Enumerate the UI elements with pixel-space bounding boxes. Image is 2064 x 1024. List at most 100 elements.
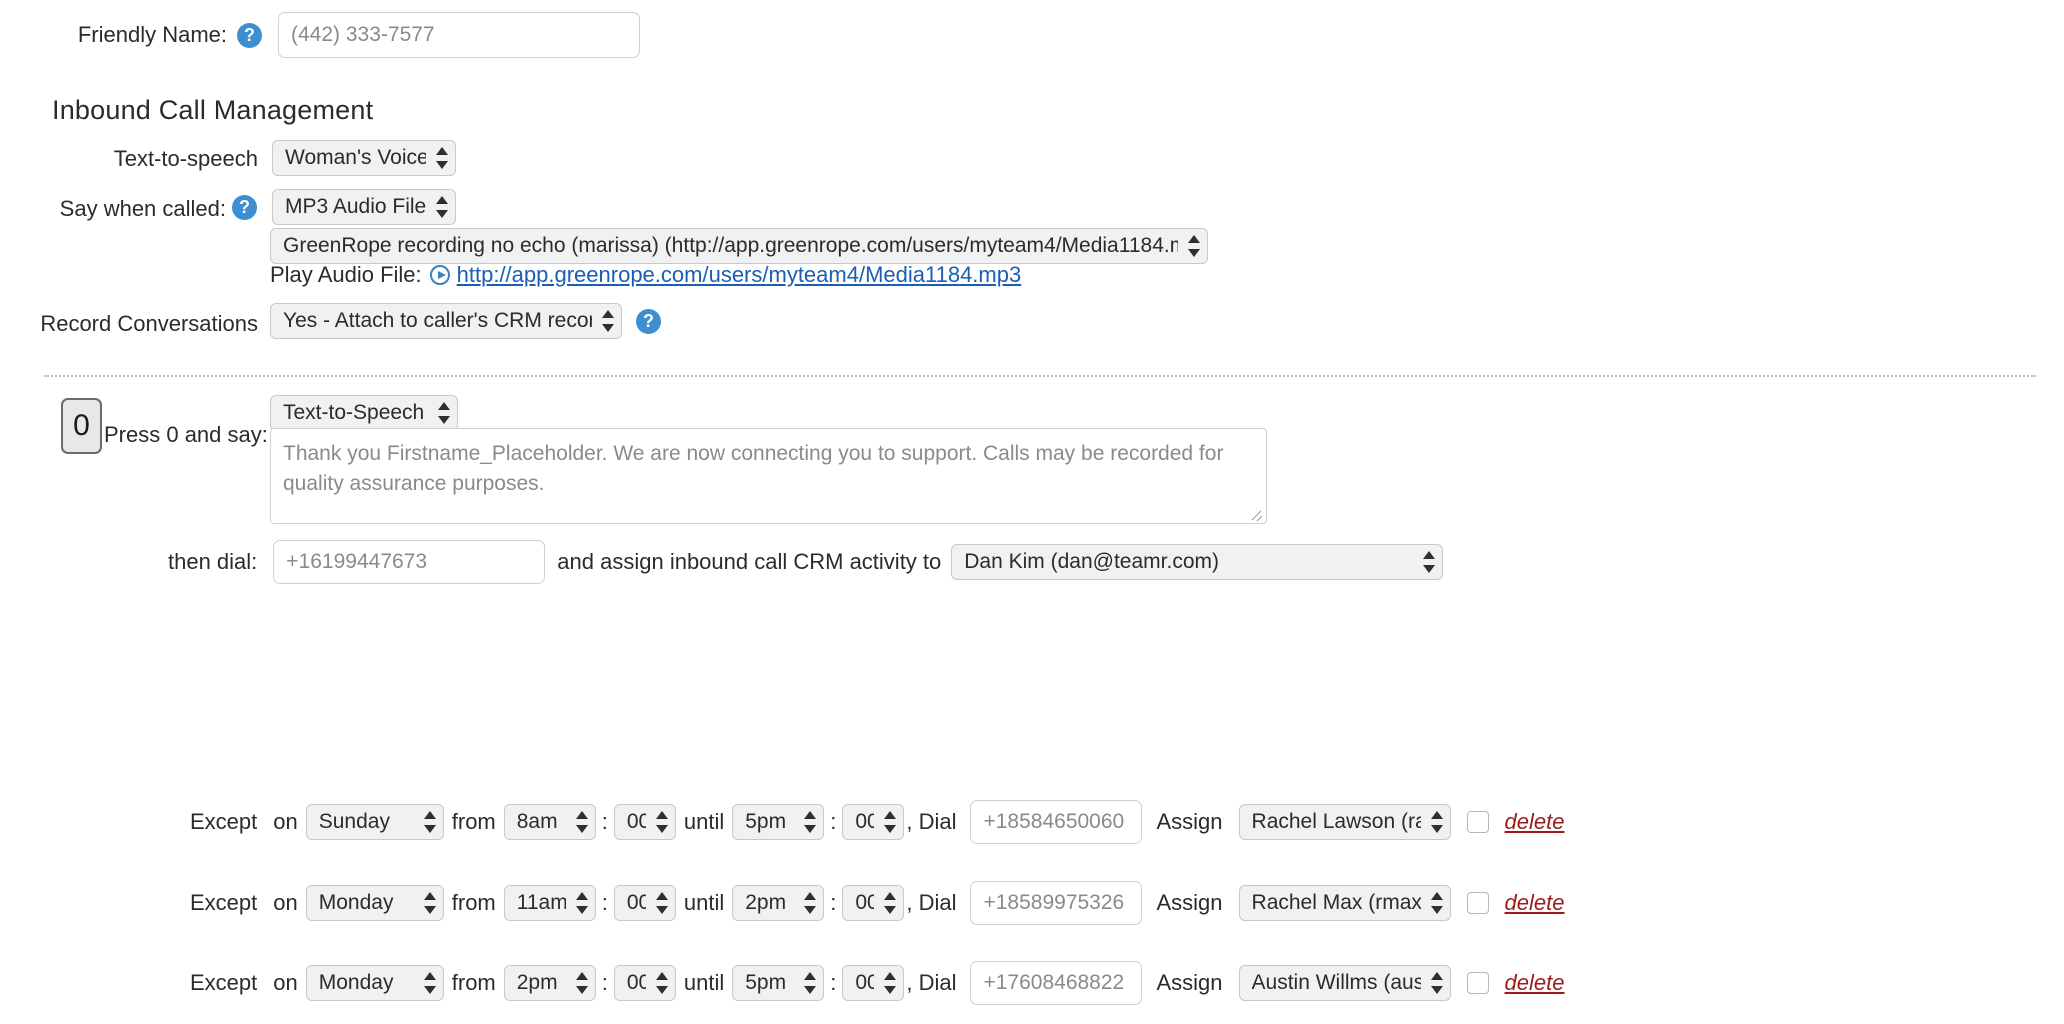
textarea-resize-handle[interactable] <box>1249 506 1263 520</box>
say-when-called-row: MP3 Audio File <box>272 189 456 225</box>
except-assign-select[interactable]: Austin Willms (austin <box>1238 965 1451 1001</box>
friendly-name-label: Friendly Name: <box>77 22 227 47</box>
dial-label: , Dial <box>906 890 957 915</box>
except-until-minute-select[interactable]: 00 <box>842 965 905 1001</box>
until-label: until <box>683 809 725 834</box>
except-dial-input[interactable]: +18584650060 <box>970 800 1143 844</box>
say-when-called-label: Say when called: <box>59 196 226 221</box>
friendly-name-input[interactable]: (442) 333-7577 <box>278 12 640 58</box>
time-colon: : <box>601 970 608 995</box>
on-label: on <box>273 890 298 915</box>
stepper-arrows-icon <box>423 970 437 996</box>
except-dial-input[interactable]: +18589975326 <box>970 881 1143 925</box>
except-delete-checkbox[interactable] <box>1466 892 1489 914</box>
except-until-minute-value: 00 <box>855 810 874 833</box>
except-row: Except on Sunday from 8am : 00 until 5pm… <box>190 800 1565 844</box>
except-label: Except <box>190 970 258 995</box>
press-action-type-select[interactable]: Text-to-Speech <box>270 395 458 431</box>
except-day-select[interactable]: Monday <box>305 885 444 921</box>
time-colon: : <box>830 809 837 834</box>
except-from-minute-select[interactable]: 00 <box>613 885 676 921</box>
except-dial-input[interactable]: +17608468822 <box>970 961 1143 1005</box>
crm-activity-user-select[interactable]: Dan Kim (dan@teamr.com) <box>951 544 1444 580</box>
question-mark-icon[interactable]: ? <box>232 195 257 220</box>
on-label: on <box>273 809 298 834</box>
except-day-value: Monday <box>318 971 394 994</box>
except-from-minute-select[interactable]: 00 <box>613 965 676 1001</box>
except-from-minute-select[interactable]: 00 <box>613 804 676 840</box>
press-action-type-value: Text-to-Speech <box>283 401 425 424</box>
except-assign-value: Rachel Max (rmax@g <box>1251 891 1421 914</box>
from-label: from <box>451 809 496 834</box>
question-mark-icon[interactable]: ? <box>237 22 262 48</box>
except-from-minute-value: 00 <box>626 810 646 833</box>
except-assign-select[interactable]: Rachel Lawson (rach <box>1238 804 1451 840</box>
record-conversations-select[interactable]: Yes - Attach to caller's CRM record <box>270 303 622 339</box>
except-from-minute-value: 00 <box>626 891 646 914</box>
except-until-hour-select[interactable]: 5pm <box>732 965 825 1001</box>
except-until-minute-select[interactable]: 00 <box>842 885 905 921</box>
stepper-arrows-icon <box>1188 233 1201 259</box>
audio-file-link[interactable]: http://app.greenrope.com/users/myteam4/M… <box>457 262 1022 288</box>
section-divider <box>44 375 2036 377</box>
except-from-hour-select[interactable]: 2pm <box>503 965 596 1001</box>
stepper-arrows-icon <box>804 890 817 916</box>
except-day-select[interactable]: Monday <box>305 965 444 1001</box>
recording-file-select[interactable]: GreenRope recording no echo (marissa) (h… <box>270 228 1208 264</box>
except-delete-link[interactable]: delete <box>1505 890 1565 916</box>
except-day-value: Monday <box>318 891 394 914</box>
except-until-minute-value: 00 <box>855 971 874 994</box>
then-dial-input[interactable]: +16199447673 <box>273 540 546 584</box>
press-message-textarea[interactable]: Thank you Firstname_Placeholder. We are … <box>270 428 1267 524</box>
assign-label: Assign <box>1156 890 1223 915</box>
play-audio-file-label: Play Audio File: <box>270 262 422 287</box>
except-from-hour-select[interactable]: 11am <box>503 885 596 921</box>
question-mark-icon[interactable]: ? <box>636 308 661 334</box>
friendly-name-row: Friendly Name: ? (442) 333-7577 <box>0 12 640 58</box>
text-to-speech-select[interactable]: Woman's Voice <box>272 140 456 176</box>
except-delete-checkbox[interactable] <box>1466 811 1489 833</box>
stepper-arrows-icon <box>655 890 669 916</box>
say-when-called-value: MP3 Audio File <box>285 195 426 218</box>
on-label: on <box>273 970 298 995</box>
record-conversations-row: Yes - Attach to caller's CRM record ? <box>270 303 661 339</box>
stepper-arrows-icon <box>655 970 669 996</box>
except-from-hour-select[interactable]: 8am <box>503 804 596 840</box>
play-circle-icon[interactable] <box>429 265 450 285</box>
record-conversations-label: Record Conversations <box>40 311 258 336</box>
stepper-arrows-icon <box>436 145 449 171</box>
except-delete-checkbox[interactable] <box>1466 972 1489 994</box>
except-day-select[interactable]: Sunday <box>305 804 444 840</box>
play-audio-file-row: Play Audio File: http://app.greenrope.co… <box>270 262 1021 288</box>
text-to-speech-value: Woman's Voice <box>285 146 426 169</box>
stepper-arrows-icon <box>884 890 897 916</box>
keypad-key-badge: 0 <box>61 398 102 454</box>
except-until-hour-value: 2pm <box>745 891 787 914</box>
except-delete-link[interactable]: delete <box>1505 970 1565 996</box>
except-delete-link[interactable]: delete <box>1505 809 1565 835</box>
except-row: Except on Monday from 2pm : 00 until 5pm… <box>190 961 1565 1005</box>
except-until-hour-value: 5pm <box>745 971 787 994</box>
except-assign-select[interactable]: Rachel Max (rmax@g <box>1238 885 1451 921</box>
record-conversations-value: Yes - Attach to caller's CRM record <box>283 309 592 332</box>
time-colon: : <box>601 809 608 834</box>
time-colon: : <box>601 890 608 915</box>
time-colon: : <box>830 890 837 915</box>
say-when-called-select[interactable]: MP3 Audio File <box>272 189 456 225</box>
except-from-hour-value: 11am <box>516 891 566 914</box>
time-colon: : <box>830 970 837 995</box>
dial-label: , Dial <box>906 809 957 834</box>
stepper-arrows-icon <box>575 890 589 916</box>
except-until-hour-select[interactable]: 2pm <box>732 885 825 921</box>
stepper-arrows-icon <box>804 970 817 996</box>
press-message-text: Thank you Firstname_Placeholder. We are … <box>283 442 1224 495</box>
except-until-minute-select[interactable]: 00 <box>842 804 905 840</box>
except-row: Except on Monday from 11am : 00 until 2p… <box>190 881 1565 925</box>
inbound-call-management-page: Friendly Name: ? (442) 333-7577 Inbound … <box>0 0 2064 1024</box>
until-label: until <box>683 970 725 995</box>
stepper-arrows-icon <box>1430 809 1444 835</box>
crm-activity-user-value: Dan Kim (dan@teamr.com) <box>964 550 1219 573</box>
stepper-arrows-icon <box>438 400 451 426</box>
except-until-hour-select[interactable]: 5pm <box>732 804 825 840</box>
except-from-hour-value: 2pm <box>516 971 558 994</box>
